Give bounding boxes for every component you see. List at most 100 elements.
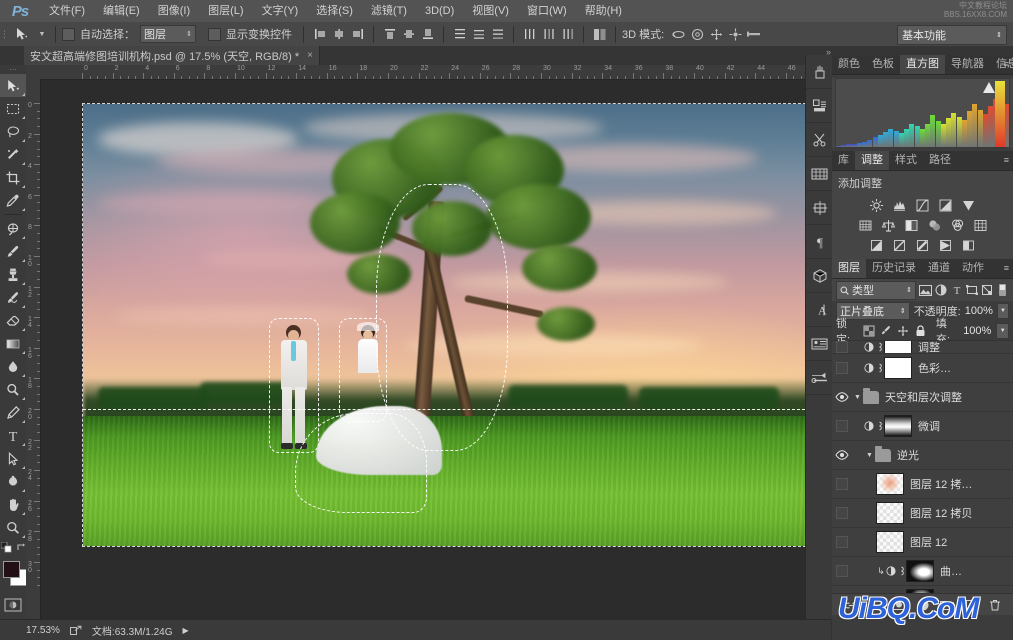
scale-3d-icon[interactable] bbox=[745, 25, 764, 44]
layer-name[interactable]: 微调 bbox=[912, 418, 1013, 434]
layer-thumbnail[interactable] bbox=[876, 502, 904, 524]
menu-view[interactable]: 视图(V) bbox=[463, 0, 518, 22]
tab-adjustments[interactable]: 调整 bbox=[855, 151, 889, 170]
channel-mixer-icon[interactable] bbox=[947, 216, 967, 234]
tab-color[interactable]: 颜色 bbox=[832, 55, 866, 74]
layer-mask-thumbnail[interactable] bbox=[884, 415, 912, 437]
vibrance-icon[interactable] bbox=[959, 196, 979, 214]
lock-image-icon[interactable] bbox=[880, 324, 892, 337]
photo-filter-icon[interactable] bbox=[924, 216, 944, 234]
layer-name[interactable]: 色彩… bbox=[912, 360, 1013, 376]
auto-select-checkbox[interactable] bbox=[62, 27, 75, 41]
layer-name[interactable]: 图层 12 拷贝 bbox=[904, 505, 1013, 521]
paragraph-panel-icon[interactable]: ¶ bbox=[806, 225, 833, 259]
filter-pixel-icon[interactable] bbox=[919, 282, 932, 298]
layer-filter-kind-dropdown[interactable]: 类型 ⇕ bbox=[836, 280, 916, 300]
brush-tool[interactable] bbox=[0, 240, 26, 263]
adjustments-scissors-icon[interactable] bbox=[806, 123, 833, 157]
levels-icon[interactable] bbox=[890, 196, 910, 214]
delete-layer-button[interactable] bbox=[987, 597, 1002, 612]
filter-smart-icon[interactable] bbox=[981, 282, 993, 298]
filter-toggle-icon[interactable] bbox=[997, 282, 1009, 298]
filter-adjustment-icon[interactable] bbox=[935, 282, 947, 298]
lock-position-icon[interactable] bbox=[897, 324, 909, 337]
posterize-icon[interactable] bbox=[890, 236, 910, 254]
gradient-map-icon[interactable] bbox=[936, 236, 956, 254]
tab-actions[interactable]: 动作 bbox=[956, 259, 990, 278]
layer-row-12-copy2[interactable]: 图层 12 拷… bbox=[832, 470, 1013, 499]
distribute-vertical-centers-icon[interactable] bbox=[469, 25, 488, 44]
panel-menu-icon[interactable]: ≡ bbox=[1004, 155, 1009, 165]
eye-hidden-icon[interactable] bbox=[832, 528, 852, 556]
eye-visible-icon[interactable] bbox=[832, 441, 852, 469]
lock-all-icon[interactable] bbox=[914, 324, 926, 337]
blur-tool[interactable] bbox=[0, 355, 26, 378]
align-vertical-centers-icon[interactable] bbox=[399, 25, 418, 44]
distribute-bottom-edges-icon[interactable] bbox=[488, 25, 507, 44]
distribute-left-edges-icon[interactable] bbox=[520, 25, 539, 44]
selective-color-icon[interactable] bbox=[959, 236, 979, 254]
eye-visible-icon[interactable] bbox=[832, 383, 852, 411]
menu-file[interactable]: 文件(F) bbox=[40, 0, 94, 22]
layer-name[interactable]: 天空和层次调整 bbox=[879, 389, 1013, 405]
menu-3d[interactable]: 3D(D) bbox=[416, 0, 463, 22]
type-tool[interactable]: T bbox=[0, 424, 26, 447]
link-icon[interactable] bbox=[896, 557, 906, 585]
tab-swatches[interactable]: 色板 bbox=[866, 55, 900, 74]
distribute-horizontal-centers-icon[interactable] bbox=[539, 25, 558, 44]
shape-tool[interactable] bbox=[0, 470, 26, 493]
canvas-area[interactable]: 0 2 4 6 8 10 12 14 16 18 20 22 24 26 28 30 32 34 36 38 40 42 4… bbox=[26, 65, 816, 620]
tool-preset-chevron-icon[interactable]: ▼ bbox=[35, 24, 49, 44]
document-canvas[interactable] bbox=[82, 103, 816, 547]
eye-hidden-icon[interactable] bbox=[832, 499, 852, 527]
layer-row-curves[interactable]: ↳ 曲… bbox=[832, 557, 1013, 586]
layer-group-sky-levels[interactable]: ▼ 天空和层次调整 bbox=[832, 383, 1013, 412]
tab-styles[interactable]: 样式 bbox=[889, 151, 923, 170]
hue-saturation-icon[interactable] bbox=[855, 216, 875, 234]
lasso-tool[interactable] bbox=[0, 120, 26, 143]
new-fill-adjustment-button[interactable] bbox=[915, 597, 930, 612]
clone-stamp-tool[interactable] bbox=[0, 263, 26, 286]
filter-type-icon[interactable]: T bbox=[950, 282, 962, 298]
menu-window[interactable]: 窗口(W) bbox=[518, 0, 576, 22]
eye-hidden-icon[interactable] bbox=[832, 557, 852, 585]
threshold-icon[interactable] bbox=[913, 236, 933, 254]
eye-hidden-icon[interactable] bbox=[832, 586, 852, 593]
healing-brush-tool[interactable] bbox=[0, 217, 26, 240]
opacity-slider-icon[interactable]: ▼ bbox=[996, 303, 1009, 319]
align-horizontal-centers-icon[interactable] bbox=[329, 25, 348, 44]
tab-layers[interactable]: 图层 bbox=[832, 259, 866, 278]
quick-mask-button[interactable] bbox=[0, 593, 26, 616]
curves-icon[interactable] bbox=[913, 196, 933, 214]
timeline-panel-icon[interactable] bbox=[806, 157, 833, 191]
link-icon[interactable] bbox=[896, 586, 906, 593]
auto-align-layers-icon[interactable] bbox=[590, 25, 609, 44]
character-panel-icon[interactable]: A bbox=[806, 293, 833, 327]
lock-transparency-icon[interactable] bbox=[863, 324, 875, 337]
eye-hidden-icon[interactable] bbox=[832, 341, 852, 353]
close-icon[interactable]: × bbox=[307, 50, 313, 61]
fill-value[interactable]: 100% bbox=[963, 325, 991, 337]
eraser-tool[interactable] bbox=[0, 309, 26, 332]
menu-select[interactable]: 选择(S) bbox=[307, 0, 362, 22]
quick-selection-tool[interactable] bbox=[0, 143, 26, 166]
pan-3d-icon[interactable] bbox=[707, 25, 726, 44]
rotate-3d-icon[interactable] bbox=[669, 25, 688, 44]
menu-edit[interactable]: 编辑(E) bbox=[94, 0, 149, 22]
zoom-level[interactable]: 17.53% bbox=[26, 625, 60, 636]
layer-name[interactable]: 曲… bbox=[934, 563, 1013, 579]
align-right-edges-icon[interactable] bbox=[348, 25, 367, 44]
status-menu-arrow-icon[interactable]: ▶ bbox=[183, 626, 189, 635]
brightness-contrast-icon[interactable] bbox=[867, 196, 887, 214]
distribute-right-edges-icon[interactable] bbox=[558, 25, 577, 44]
layer-name[interactable]: 调整 bbox=[912, 341, 1013, 353]
layer-thumbnail[interactable] bbox=[876, 473, 904, 495]
opacity-value[interactable]: 100% bbox=[965, 305, 993, 317]
show-transform-checkbox[interactable] bbox=[208, 27, 221, 41]
link-icon[interactable] bbox=[874, 412, 884, 440]
layer-row-12[interactable]: 图层 12 bbox=[832, 528, 1013, 557]
invert-icon[interactable] bbox=[867, 236, 887, 254]
move-tool[interactable] bbox=[0, 74, 26, 97]
move-tool-options-icon[interactable] bbox=[9, 24, 35, 44]
options-grip-icon[interactable]: ⋮ bbox=[0, 22, 9, 46]
